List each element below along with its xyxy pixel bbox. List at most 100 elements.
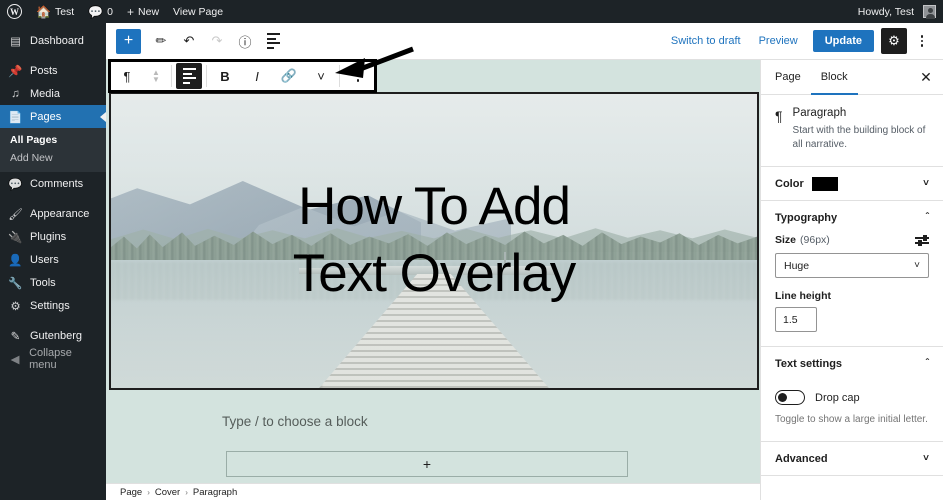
sidebar-item-tools[interactable]: 🔧 Tools bbox=[0, 271, 106, 294]
tab-block[interactable]: Block bbox=[811, 60, 858, 95]
cover-block[interactable]: How To Add Text Overlay bbox=[109, 92, 759, 390]
cover-heading-line-2[interactable]: Text Overlay bbox=[293, 243, 577, 306]
sidebar-item-gutenberg[interactable]: ✎ Gutenberg bbox=[0, 324, 106, 347]
update-button[interactable]: Update bbox=[812, 30, 874, 52]
breadcrumb-item-page[interactable]: Page bbox=[120, 487, 142, 498]
undo-icon: ↶ bbox=[183, 33, 195, 48]
sidebar-item-settings[interactable]: ⚙ Settings bbox=[0, 294, 106, 317]
color-panel-header[interactable]: Color ˅ bbox=[761, 167, 943, 200]
pencil-icon: ✏ bbox=[155, 33, 167, 48]
block-type-switcher-button[interactable]: ¶ bbox=[111, 62, 143, 90]
home-icon: 🏠 bbox=[36, 4, 51, 19]
sidebar-item-label: Users bbox=[30, 253, 59, 266]
chevron-down-icon: ˅ bbox=[914, 260, 920, 272]
size-label: Size bbox=[775, 234, 797, 247]
block-options-button[interactable] bbox=[342, 62, 374, 90]
list-view-button[interactable] bbox=[260, 28, 286, 54]
typography-panel-body: Size (96px) Huge ˅ Line height 1.5 bbox=[761, 234, 943, 346]
size-label-row: Size (96px) bbox=[775, 234, 929, 246]
block-info-text: Paragraph Start with the building block … bbox=[793, 107, 929, 152]
settings-icon: ⚙ bbox=[10, 300, 21, 313]
more-formats-button[interactable]: ˅ bbox=[305, 62, 337, 90]
sidebar-item-appearance[interactable]: 🖌 Appearance bbox=[0, 202, 106, 225]
settings-toggle-button[interactable]: ⚙ bbox=[881, 28, 907, 54]
typography-panel-label: Typography bbox=[775, 211, 838, 224]
color-swatch[interactable] bbox=[811, 176, 838, 191]
drop-cap-toggle[interactable] bbox=[775, 390, 805, 406]
color-panel: Color ˅ bbox=[761, 167, 943, 202]
preview-button[interactable]: Preview bbox=[751, 35, 806, 47]
site-name-label: Test bbox=[54, 5, 75, 18]
comment-icon: 💬 bbox=[88, 4, 104, 19]
switch-to-draft-button[interactable]: Switch to draft bbox=[663, 35, 749, 47]
media-icon: ♫ bbox=[11, 87, 20, 100]
sidebar-item-comments[interactable]: 💬 Comments bbox=[0, 172, 106, 195]
close-settings-button[interactable]: ✕ bbox=[913, 64, 939, 90]
new-content-menu[interactable]: + New bbox=[120, 0, 166, 23]
breadcrumb-item-cover[interactable]: Cover bbox=[155, 487, 180, 498]
italic-button[interactable]: I bbox=[241, 62, 273, 90]
block-info-card: ¶ Paragraph Start with the building bloc… bbox=[761, 95, 943, 168]
text-settings-panel-body: Drop cap Toggle to show a large initial … bbox=[761, 390, 943, 441]
comments-bubble[interactable]: 💬 0 bbox=[81, 0, 120, 23]
drop-cap-label: Drop cap bbox=[815, 391, 860, 404]
sliders-icon[interactable] bbox=[915, 234, 929, 246]
paragraph-icon: ¶ bbox=[775, 108, 783, 124]
text-settings-panel: Text settings ˆ Drop cap Toggle to show … bbox=[761, 347, 943, 443]
site-name-menu[interactable]: 🏠 Test bbox=[29, 0, 81, 23]
my-account-menu[interactable]: Howdy, Test bbox=[851, 0, 943, 23]
editor-header-left-tools: + ✏ ↶ ↷ ⓘ bbox=[106, 28, 286, 54]
menu-separator bbox=[0, 195, 106, 202]
advanced-panel: Advanced ˅ bbox=[761, 442, 943, 477]
wordpress-editor-window: W 🏠 Test 💬 0 + New View Page Howdy, Test… bbox=[0, 0, 943, 500]
sidebar-item-media[interactable]: ♫ Media bbox=[0, 82, 106, 105]
typography-panel: Typography ˆ Size (96px) Huge ˅ Line hei… bbox=[761, 201, 943, 348]
plug-icon: 🔌 bbox=[8, 231, 23, 244]
wordpress-logo-menu[interactable]: W bbox=[0, 0, 29, 23]
advanced-panel-header[interactable]: Advanced ˅ bbox=[761, 442, 943, 475]
editor-canvas: How To Add Text Overlay Type / to choose… bbox=[106, 60, 760, 483]
redo-button[interactable]: ↷ bbox=[204, 28, 230, 54]
view-page-label: View Page bbox=[173, 5, 224, 18]
sidebar-item-users[interactable]: 👤 Users bbox=[0, 248, 106, 271]
block-movers-button[interactable]: ▲ ▼ bbox=[143, 62, 169, 90]
editor-more-options-button[interactable] bbox=[909, 28, 935, 54]
tools-edit-button[interactable]: ✏ bbox=[148, 28, 174, 54]
bold-label: B bbox=[220, 68, 230, 84]
breadcrumb-item-paragraph[interactable]: Paragraph bbox=[193, 487, 237, 498]
tab-page[interactable]: Page bbox=[765, 60, 811, 95]
comment-icon: 💬 bbox=[8, 178, 23, 191]
paragraph-block-placeholder[interactable]: Type / to choose a block bbox=[222, 414, 760, 429]
avatar bbox=[923, 5, 936, 19]
align-text-button[interactable] bbox=[176, 63, 202, 89]
toolbar-divider bbox=[171, 65, 172, 87]
add-block-button[interactable]: + bbox=[116, 28, 141, 54]
sidebar-item-label: Dashboard bbox=[30, 34, 84, 47]
font-size-preset-select[interactable]: Huge ˅ bbox=[775, 253, 929, 279]
block-appender-button[interactable]: + bbox=[226, 451, 628, 477]
howdy-label: Howdy, Test bbox=[857, 5, 914, 18]
collapse-icon: ◀ bbox=[10, 353, 20, 366]
block-description: Start with the building block of all nar… bbox=[792, 125, 926, 151]
undo-button[interactable]: ↶ bbox=[176, 28, 202, 54]
bold-button[interactable]: B bbox=[209, 62, 241, 90]
sidebar-item-plugins[interactable]: 🔌 Plugins bbox=[0, 225, 106, 248]
plus-icon: + bbox=[422, 456, 432, 472]
typography-panel-header[interactable]: Typography ˆ bbox=[761, 201, 943, 234]
move-down-icon: ▼ bbox=[152, 75, 160, 84]
submenu-item-all-pages[interactable]: All Pages bbox=[0, 131, 106, 149]
submenu-item-add-new[interactable]: Add New bbox=[0, 149, 106, 167]
admin-bar: W 🏠 Test 💬 0 + New View Page Howdy, Test bbox=[0, 0, 943, 23]
text-settings-panel-header[interactable]: Text settings ˆ bbox=[761, 347, 943, 380]
cover-heading-line-1[interactable]: How To Add bbox=[298, 176, 571, 239]
color-panel-label: Color bbox=[775, 177, 804, 190]
sidebar-item-pages[interactable]: 📄 Pages bbox=[0, 105, 106, 128]
view-page-link[interactable]: View Page bbox=[166, 0, 230, 23]
sidebar-item-dashboard[interactable]: ▤ Dashboard bbox=[0, 29, 106, 52]
drop-cap-row: Drop cap bbox=[775, 390, 929, 406]
link-button[interactable]: 🔗 bbox=[273, 62, 305, 90]
line-height-input[interactable]: 1.5 bbox=[775, 307, 817, 333]
details-info-button[interactable]: ⓘ bbox=[232, 28, 258, 54]
sidebar-item-collapse-menu[interactable]: ◀ Collapse menu bbox=[0, 347, 106, 371]
sidebar-item-posts[interactable]: 📌 Posts bbox=[0, 59, 106, 82]
